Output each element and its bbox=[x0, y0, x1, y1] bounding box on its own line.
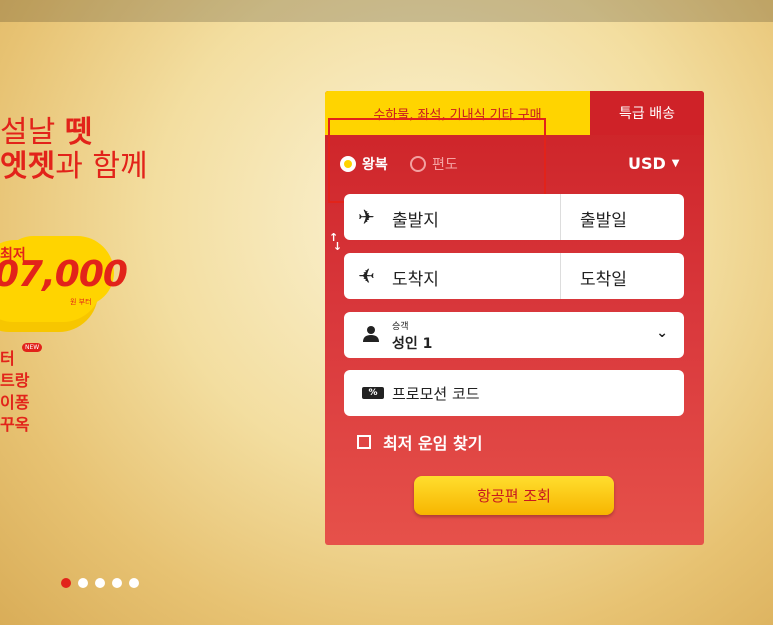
field-divider bbox=[560, 253, 561, 299]
promo-line2-bold: 엣젯 bbox=[0, 149, 56, 184]
passenger-caption: 승객 bbox=[392, 322, 409, 332]
carousel-dot[interactable] bbox=[95, 578, 105, 588]
carousel-dot[interactable] bbox=[129, 578, 139, 588]
tab-express-delivery[interactable]: 특급 배송 bbox=[590, 91, 704, 135]
top-navigation-bar bbox=[0, 0, 773, 22]
carousel-dots bbox=[61, 573, 146, 592]
promo-code-label: 프로모션 코드 bbox=[392, 385, 480, 403]
destination-field[interactable]: 도착지 bbox=[392, 265, 439, 290]
carousel-dot[interactable] bbox=[112, 578, 122, 588]
origin-date-row: ✈ 출발지 출발일 bbox=[344, 194, 684, 240]
destination-item: 꾸옥 bbox=[0, 415, 30, 434]
currency-selector[interactable]: USD ▼ bbox=[628, 154, 680, 173]
currency-value: USD bbox=[628, 154, 666, 173]
promo-headline-line2: 엣젯과 함께 bbox=[0, 150, 148, 184]
depart-date-field[interactable]: 출발일 bbox=[580, 206, 627, 231]
person-icon bbox=[363, 326, 379, 342]
caret-down-icon: ▼ bbox=[671, 158, 680, 169]
destination-item: 이퐁 bbox=[0, 393, 30, 412]
field-divider bbox=[560, 194, 561, 240]
promo-line1-text: 설날 bbox=[0, 115, 65, 150]
search-flights-button[interactable]: 항공편 조회 bbox=[414, 476, 614, 515]
chevron-down-icon: ⌄ bbox=[656, 325, 668, 341]
promo-line2-text: 과 함께 bbox=[55, 149, 148, 184]
promo-headline-line1: 설날 뗏 bbox=[0, 116, 92, 150]
lowest-fare-label: 최저 운임 찾기 bbox=[383, 434, 483, 453]
price-suffix: 원 부터 bbox=[70, 298, 92, 306]
price-value: 07,000 bbox=[0, 254, 128, 295]
plane-takeoff-icon: ✈ bbox=[358, 205, 375, 229]
promo-ticket-icon: % bbox=[362, 387, 384, 399]
carousel-dot[interactable] bbox=[78, 578, 88, 588]
carousel-dot-active[interactable] bbox=[61, 578, 71, 588]
passenger-value: 성인 1 bbox=[392, 336, 433, 352]
destination-date-row: ✈ 도착지 도착일 bbox=[344, 253, 684, 299]
trip-type-highlight-box bbox=[328, 118, 546, 203]
checkbox-icon bbox=[357, 435, 371, 449]
destination-item: 터 bbox=[0, 349, 15, 368]
origin-field[interactable]: 출발지 bbox=[392, 206, 439, 231]
plane-landing-icon: ✈ bbox=[358, 264, 375, 288]
promo-code-field[interactable]: % 프로모션 코드 bbox=[344, 370, 684, 416]
passenger-selector[interactable]: 승객 성인 1 ⌄ bbox=[344, 312, 684, 358]
destination-item: 트랑 bbox=[0, 371, 30, 390]
promo-line1-bold: 뗏 bbox=[64, 115, 93, 150]
swap-airports-icon[interactable]: ↑ ↓ bbox=[329, 232, 342, 252]
new-badge: NEW bbox=[22, 343, 43, 352]
return-date-field[interactable]: 도착일 bbox=[580, 265, 627, 290]
lowest-fare-checkbox[interactable]: 최저 운임 찾기 bbox=[357, 430, 482, 454]
